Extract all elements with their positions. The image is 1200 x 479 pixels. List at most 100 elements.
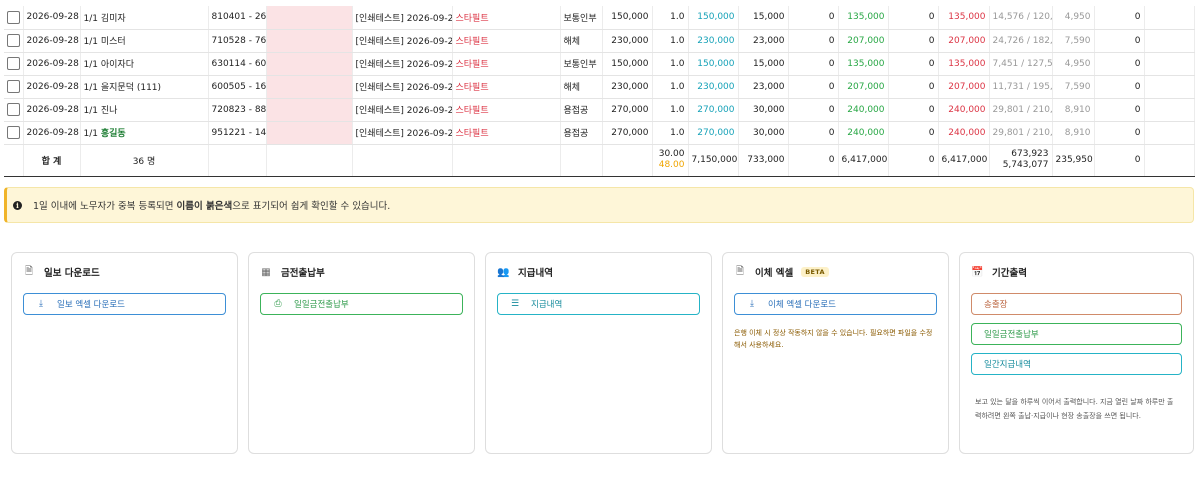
- total-cell: 270,000: [688, 121, 739, 145]
- daily-cash-book-button[interactable]: ⎙ 일일금전출납부: [260, 293, 463, 315]
- resident-id-cell: 810401 - 266: [208, 6, 267, 30]
- row-select[interactable]: [4, 52, 24, 76]
- company-cell: 스타필트: [452, 29, 561, 53]
- total-days: 30.00 48.00: [652, 143, 689, 177]
- company-cell: 스타필트: [452, 121, 561, 145]
- last-cell: 0: [1094, 98, 1145, 122]
- highlight-cell: [266, 75, 353, 99]
- payment-list-button[interactable]: ☰ 지급내역: [497, 293, 700, 315]
- tax-cell: 30,000: [738, 121, 789, 145]
- row-select[interactable]: [4, 6, 24, 30]
- wage-cell: 150,000: [602, 52, 653, 76]
- tax-cell: 15,000: [738, 6, 789, 30]
- date-cell: 2026-09-28: [23, 52, 81, 76]
- period-dispatch-button[interactable]: 송출장: [971, 293, 1182, 315]
- empty-cell: [208, 143, 267, 177]
- total-label: 합 계: [23, 143, 81, 177]
- worker-cell: 1/1 김미자: [80, 6, 209, 30]
- worker-cell: 1/1 진나: [80, 98, 209, 122]
- last-cell: 0: [1094, 6, 1145, 30]
- empty-cell: [1144, 143, 1195, 177]
- period-payment-button[interactable]: 일간지급내역: [971, 353, 1182, 375]
- worker-name[interactable]: 을지문덕 (111): [101, 83, 161, 93]
- extra-cell: 29,801 / 210,1: [989, 121, 1053, 145]
- worker-name[interactable]: 아이자다: [101, 60, 134, 70]
- company-cell: 스타필트: [452, 52, 561, 76]
- fee-cell: 7,590: [1052, 29, 1095, 53]
- card-payment: 👥 지급내역 ☰ 지급내역: [485, 252, 712, 454]
- total-cell: 230,000: [688, 75, 739, 99]
- total-cell: 150,000: [688, 6, 739, 30]
- print-icon: ⎙: [274, 299, 282, 309]
- worker-name[interactable]: 진나: [101, 106, 118, 116]
- zero-cell: 0: [788, 75, 839, 99]
- row-checkbox[interactable]: [7, 57, 20, 70]
- fee-cell: 8,910: [1052, 98, 1095, 122]
- resident-id-cell: 720823 - 887: [208, 98, 267, 122]
- total-net: 6,417,000: [838, 143, 889, 177]
- worker-name[interactable]: 김미자: [101, 14, 126, 24]
- site-cell: [인쇄테스트] 2026-09-28: [352, 75, 453, 99]
- tax-cell: 23,000: [738, 75, 789, 99]
- site-cell: [인쇄테스트] 2026-09-28: [352, 6, 453, 30]
- transfer-excel-download-button[interactable]: ⤓ 이체 엑셀 다운로드: [734, 293, 937, 315]
- total-zero-a: 0: [788, 143, 839, 177]
- total-zero-b: 0: [888, 143, 939, 177]
- total-extra: 673,923 5,743,077: [989, 143, 1053, 177]
- daily-excel-download-button[interactable]: ⤓ 일보 엑셀 다운로드: [23, 293, 226, 315]
- row-checkbox[interactable]: [7, 126, 20, 139]
- fee-cell: 4,950: [1052, 6, 1095, 30]
- download-icon: ⤓: [750, 299, 754, 309]
- empty-cell: [560, 143, 603, 177]
- total-fee: 235,950: [1052, 143, 1095, 177]
- row-checkbox[interactable]: [7, 103, 20, 116]
- extra-cell: 24,726 / 182,2: [989, 29, 1053, 53]
- row-select[interactable]: [4, 29, 24, 53]
- row-select[interactable]: [4, 121, 24, 145]
- wage-cell: 230,000: [602, 75, 653, 99]
- date-cell: 2026-09-28: [23, 98, 81, 122]
- net-cell: 207,000: [838, 75, 889, 99]
- worker-name[interactable]: 미스터: [101, 37, 126, 47]
- row-select[interactable]: [4, 75, 24, 99]
- days-cell: 1.0: [652, 98, 689, 122]
- zero-cell: 0: [788, 121, 839, 145]
- table-row: 2026-09-28 1/1 을지문덕 (111) 600505 - 160 [인쇄테…: [4, 75, 1195, 99]
- site-cell: [인쇄테스트] 2026-09-28: [352, 52, 453, 76]
- worker-table: 2026-09-28 1/1 김미자 810401 - 266 [인쇄테스트] 202…: [4, 6, 1195, 177]
- row-select[interactable]: [4, 98, 24, 122]
- zero-cell: 0: [788, 98, 839, 122]
- row-checkbox[interactable]: [7, 34, 20, 47]
- wage-cell: 150,000: [602, 6, 653, 30]
- zero-cell: 0: [788, 29, 839, 53]
- date-cell: 2026-09-28: [23, 6, 81, 30]
- empty-cell: [1144, 98, 1195, 122]
- job-cell: 용접공: [560, 121, 603, 145]
- card-daily-report: 🗎 일보 다운로드 ⤓ 일보 엑셀 다운로드: [11, 252, 238, 454]
- date-cell: 2026-09-28: [23, 121, 81, 145]
- period-cash-book-button[interactable]: 일일금전출납부: [971, 323, 1182, 345]
- calendar-icon: 📅: [971, 266, 984, 278]
- period-note-text: 보고 있는 달을 하루씩 이어서 출력합니다. 지금 열린 날짜 하루만 출력하…: [975, 398, 1174, 420]
- row-checkbox[interactable]: [7, 10, 20, 24]
- last-cell: 0: [1094, 29, 1145, 53]
- zero-cell: 0: [888, 121, 939, 145]
- deduct-cell: 240,000: [938, 121, 990, 145]
- duplicate-notice-alert: i 1일 이내에 노무자가 중복 등록되면 이름이 붉은색으로 표기되어 쉽게 …: [4, 187, 1194, 223]
- beta-badge: BETA: [801, 267, 829, 277]
- highlight-cell: [266, 98, 353, 122]
- deduct-cell: 207,000: [938, 29, 990, 53]
- worker-cell: 1/1 미스터: [80, 29, 209, 53]
- row-checkbox[interactable]: [7, 80, 20, 93]
- card-title: ▦ 금전출납부: [261, 266, 325, 280]
- extra-cell: 11,731 / 195,2: [989, 75, 1053, 99]
- transfer-warning-text: 은행 이체 시 정상 작동하지 않을 수 있습니다. 필요하면 파일을 수정해서…: [734, 329, 933, 349]
- calculator-icon: ▦: [261, 266, 271, 278]
- worker-name[interactable]: 홍길동: [101, 129, 126, 139]
- job-cell: 해체: [560, 75, 603, 99]
- total-tax: 733,000: [738, 143, 789, 177]
- date-cell: 2026-09-28: [23, 75, 81, 99]
- table-row: 2026-09-28 1/1 홍길동 951221 - 149 [인쇄테스트] 202…: [4, 121, 1195, 145]
- net-cell: 207,000: [838, 29, 889, 53]
- excel-file-icon: 🗎: [735, 265, 745, 277]
